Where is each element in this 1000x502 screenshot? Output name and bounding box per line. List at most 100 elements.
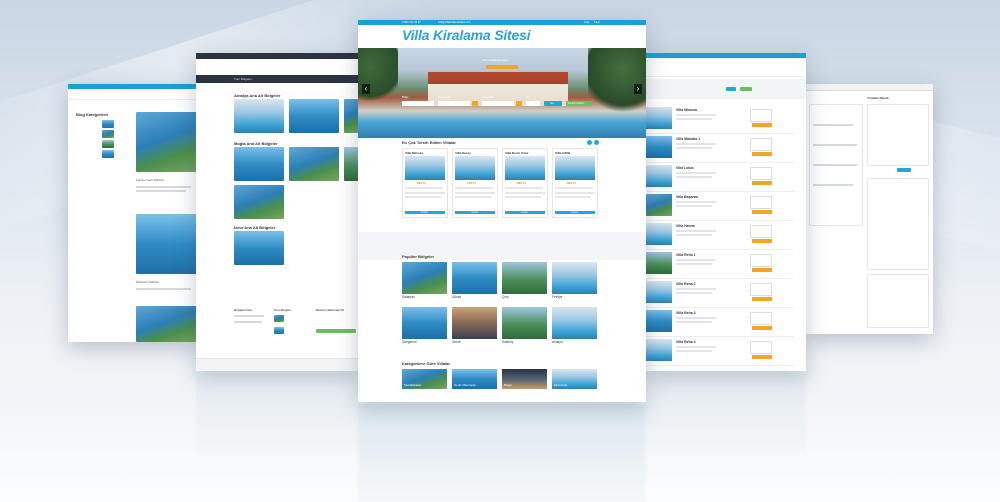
category-tile[interactable]: Balayı bbox=[502, 369, 547, 395]
region-photo[interactable] bbox=[402, 262, 447, 294]
region-tile[interactable]: Kaleköy bbox=[502, 307, 547, 344]
region-photo[interactable] bbox=[452, 262, 497, 294]
region-label[interactable]: Dalaman bbox=[402, 295, 415, 299]
villa-name[interactable]: Villa Lotus bbox=[676, 166, 694, 170]
region-photo[interactable] bbox=[502, 307, 547, 339]
category-label[interactable]: Balayı bbox=[504, 383, 512, 387]
category-label[interactable]: Muhafazakar bbox=[404, 383, 421, 387]
page-header: Tüm Bölgeler bbox=[234, 77, 252, 81]
villa-name[interactable]: Villa Reha 2 bbox=[676, 282, 696, 286]
region-label[interactable]: Göcek bbox=[452, 295, 461, 299]
region-tile[interactable]: Sarıgerme bbox=[402, 307, 447, 344]
region-photo[interactable] bbox=[502, 262, 547, 294]
hero-cta-button[interactable] bbox=[486, 65, 518, 69]
region-label[interactable]: Sarıgerme bbox=[402, 340, 417, 344]
topbar-email[interactable]: info@villakiralamasitesi.com bbox=[438, 21, 471, 25]
region-tile[interactable]: Fethiye bbox=[552, 262, 597, 299]
villa-list-row[interactable]: Villa Reha 3 bbox=[646, 308, 794, 337]
villa-list-row[interactable]: Villa Reha 4 bbox=[646, 337, 794, 366]
villa-name[interactable]: Villa Başaran bbox=[676, 195, 698, 199]
region-photo[interactable] bbox=[552, 262, 597, 294]
villa-thumb[interactable] bbox=[646, 223, 672, 245]
villa-thumb[interactable] bbox=[646, 281, 672, 303]
region-label[interactable]: Fethiye bbox=[552, 295, 562, 299]
category-label[interactable]: Ekonomik bbox=[554, 383, 567, 387]
villa-list-row[interactable]: Villa Başaran bbox=[646, 192, 794, 221]
register-link[interactable]: Kayıt bbox=[594, 21, 600, 25]
category-label[interactable]: Deniz Manzaralı bbox=[454, 383, 476, 387]
region-photo[interactable] bbox=[452, 307, 497, 339]
villa-thumb[interactable] bbox=[646, 165, 672, 187]
view-villa-button[interactable] bbox=[752, 152, 772, 156]
guest-select[interactable] bbox=[526, 101, 540, 106]
region-tile[interactable]: Çırış bbox=[502, 262, 547, 299]
villa-thumb[interactable] bbox=[646, 194, 672, 216]
villa-name[interactable]: Villa Deniz Gözü bbox=[505, 151, 528, 155]
region-photo[interactable] bbox=[552, 307, 597, 339]
category-tile[interactable]: Ekonomik bbox=[552, 369, 597, 395]
villa-list-row[interactable]: Villa Lotus bbox=[646, 163, 794, 192]
region-select[interactable] bbox=[402, 101, 434, 106]
villa-list-row[interactable]: Villa Mahaba 1 bbox=[646, 134, 794, 163]
villa-name[interactable]: Villa Reha 1 bbox=[676, 253, 696, 257]
villa-name[interactable]: Villa Mahaba 1 bbox=[676, 137, 700, 141]
region-tile[interactable]: Girme bbox=[452, 307, 497, 344]
region-label[interactable]: Kaleköy bbox=[502, 340, 513, 344]
calendar-icon[interactable] bbox=[472, 101, 478, 106]
view-villa-button[interactable] bbox=[752, 297, 772, 301]
villa-thumb[interactable] bbox=[646, 310, 672, 332]
view-villa-button[interactable] bbox=[752, 181, 772, 185]
villa-photo[interactable] bbox=[555, 156, 595, 180]
villa-name[interactable]: Villa Çiftlik bbox=[555, 151, 570, 155]
villa-list-row[interactable]: Villa Reha 2 bbox=[646, 279, 794, 308]
villa-thumb[interactable] bbox=[646, 339, 672, 361]
villa-thumb[interactable] bbox=[646, 136, 672, 158]
villa-photo[interactable] bbox=[405, 156, 445, 180]
villa-thumb[interactable] bbox=[646, 252, 672, 274]
view-villa-button[interactable] bbox=[752, 239, 772, 243]
region-photo[interactable] bbox=[402, 307, 447, 339]
carousel-prev-icon[interactable] bbox=[587, 140, 592, 145]
region-tile[interactable]: Antalya bbox=[552, 307, 597, 344]
villa-price: 800 TL bbox=[517, 181, 527, 185]
slider-prev-arrow[interactable]: ‹ bbox=[362, 84, 370, 94]
category-tile[interactable]: Muhafazakar bbox=[402, 369, 447, 395]
villa-list-row[interactable]: Villa Reha 1 bbox=[646, 250, 794, 279]
topbar-phone[interactable]: 0 850 123 45 67 bbox=[402, 21, 421, 25]
view-villa-button[interactable] bbox=[752, 355, 772, 359]
view-villa-button[interactable] bbox=[752, 326, 772, 330]
view-villa-button[interactable] bbox=[752, 268, 772, 272]
view-villa-button[interactable] bbox=[752, 123, 772, 127]
villa-list-row[interactable]: Villa Harem bbox=[646, 221, 794, 250]
carousel-next-icon[interactable] bbox=[594, 140, 599, 145]
villa-name[interactable]: Villa Mimoza bbox=[676, 108, 697, 112]
checkout-input[interactable] bbox=[482, 101, 514, 106]
villa-name[interactable]: Villa Kuzey bbox=[455, 151, 471, 155]
villa-name[interactable]: Villa Reha 3 bbox=[676, 311, 696, 315]
featured-villa-card[interactable]: Villa Mimoza 650 TL İncele bbox=[402, 148, 448, 218]
region-label[interactable]: Çırış bbox=[502, 295, 509, 299]
checkin-input[interactable] bbox=[438, 101, 470, 106]
slider-next-arrow[interactable]: › bbox=[634, 84, 642, 94]
view-villa-button[interactable] bbox=[752, 210, 772, 214]
site-title[interactable]: Villa Kiralama Sitesi bbox=[402, 27, 531, 43]
villa-photo[interactable] bbox=[455, 156, 495, 180]
region-label[interactable]: Girme bbox=[452, 340, 461, 344]
category-tile[interactable]: Deniz Manzaralı bbox=[452, 369, 497, 395]
calendar-icon[interactable] bbox=[516, 101, 522, 106]
featured-villa-card[interactable]: Villa Deniz Gözü 800 TL İncele bbox=[502, 148, 548, 218]
region-tile[interactable]: Dalaman bbox=[402, 262, 447, 299]
villa-name[interactable]: Villa Reha 4 bbox=[676, 340, 696, 344]
villa-name[interactable]: Villa Mimoza bbox=[405, 151, 423, 155]
featured-villa-card[interactable]: Villa Kuzey 700 TL İncele bbox=[452, 148, 498, 218]
villa-name[interactable]: Villa Harem bbox=[676, 224, 695, 228]
post-title[interactable]: Fethiye Gezi Rehberi bbox=[136, 178, 164, 182]
villa-photo[interactable] bbox=[505, 156, 545, 180]
login-link[interactable]: Giriş bbox=[584, 21, 589, 25]
featured-villa-card[interactable]: Villa Çiftlik 900 TL İncele bbox=[552, 148, 598, 218]
villa-list-row[interactable]: Villa Mimoza bbox=[646, 105, 794, 134]
region-label[interactable]: Antalya bbox=[552, 340, 563, 344]
region-tile[interactable]: Göcek bbox=[452, 262, 497, 299]
villa-thumb[interactable] bbox=[646, 107, 672, 129]
post-title[interactable]: Ölüdeniz Rehberi bbox=[136, 280, 159, 284]
